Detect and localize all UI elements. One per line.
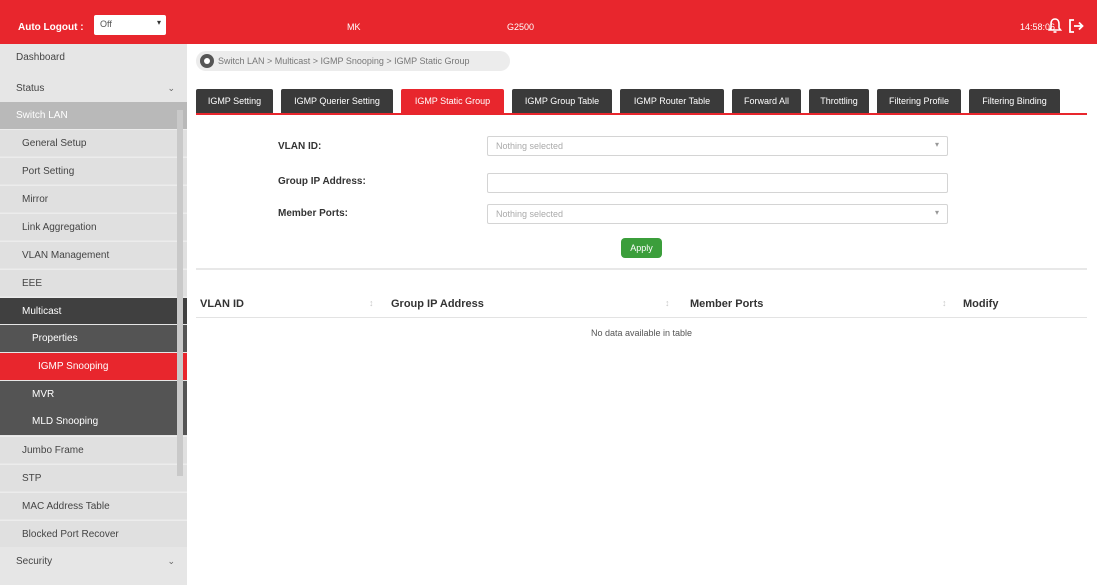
tab-filtering-profile[interactable]: Filtering Profile xyxy=(877,89,961,113)
auto-logout-value: Off xyxy=(100,19,112,29)
sidebar-item-label: Port Setting xyxy=(22,166,75,177)
sidebar-scrollbar[interactable] xyxy=(177,110,183,476)
sidebar-item-blocked-port-recover[interactable]: Blocked Port Recover xyxy=(0,520,187,547)
group-ip-label: Group IP Address: xyxy=(278,176,366,187)
sidebar-item-label: MVR xyxy=(32,389,55,400)
sidebar-item-multicast[interactable]: Multicast xyxy=(0,297,187,324)
apply-button[interactable]: Apply xyxy=(621,238,662,258)
sidebar-item-mac-address-table[interactable]: MAC Address Table xyxy=(0,492,187,519)
tab-forward-all[interactable]: Forward All xyxy=(732,89,801,113)
sidebar-item-mirror[interactable]: Mirror xyxy=(0,185,187,212)
sidebar-item-properties[interactable]: Properties xyxy=(0,325,187,352)
sort-icon[interactable]: ↕ xyxy=(665,298,670,308)
sidebar-item-vlan-management[interactable]: VLAN Management xyxy=(0,241,187,268)
sort-icon[interactable]: ↕ xyxy=(369,298,374,308)
sidebar-item-label: Dashboard xyxy=(16,52,65,63)
sidebar-item-label: MAC Address Table xyxy=(22,501,110,512)
tab-label: Filtering Profile xyxy=(888,96,950,106)
vlan-id-select[interactable]: Nothing selected ▾ xyxy=(487,136,948,156)
sidebar-item-dashboard[interactable]: Dashboard xyxy=(0,44,187,71)
breadcrumb: Switch LAN > Multicast > IGMP Snooping >… xyxy=(196,51,510,71)
member-ports-placeholder: Nothing selected xyxy=(496,209,564,219)
logout-icon[interactable] xyxy=(1067,17,1085,35)
sidebar-item-link-aggregation[interactable]: Link Aggregation xyxy=(0,213,187,240)
sidebar-item-label: EEE xyxy=(22,278,43,289)
sidebar-item-label: MLD Snooping xyxy=(32,416,99,427)
sidebar-item-label: Multicast xyxy=(22,306,62,317)
sidebar-item-general-setup[interactable]: General Setup xyxy=(0,129,187,156)
empty-table-message: No data available in table xyxy=(590,328,693,338)
bell-icon[interactable] xyxy=(1047,17,1063,35)
tab-label: IGMP Static Group xyxy=(414,96,491,106)
sidebar-item-label: Security xyxy=(16,556,53,567)
vlan-id-label: VLAN ID: xyxy=(278,141,322,152)
breadcrumb-text: Switch LAN > Multicast > IGMP Snooping >… xyxy=(218,56,470,66)
sort-icon[interactable]: ↕ xyxy=(942,298,947,308)
tab-label: Throttling xyxy=(820,96,858,106)
sidebar-item-switch-lan[interactable]: Switch LAN xyxy=(0,102,187,129)
auto-logout-select[interactable]: Off ▾ xyxy=(94,15,166,35)
sidebar-item-label: Properties xyxy=(32,333,78,344)
sidebar-item-label: General Setup xyxy=(22,138,87,149)
vlan-id-placeholder: Nothing selected xyxy=(496,141,564,151)
tab-igmp-setting[interactable]: IGMP Setting xyxy=(196,89,273,113)
sidebar-item-eee[interactable]: EEE xyxy=(0,269,187,296)
tab-throttling[interactable]: Throttling xyxy=(809,89,869,113)
tab-label: IGMP Group Table xyxy=(524,96,600,106)
sidebar-item-stp[interactable]: STP xyxy=(0,464,187,491)
sidebar-item-label: IGMP Snooping xyxy=(38,361,109,372)
tab-igmp-querier-setting[interactable]: IGMP Querier Setting xyxy=(281,89,393,113)
sidebar-item-label: Blocked Port Recover xyxy=(22,529,119,540)
tab-underline xyxy=(196,113,1087,115)
tab-label: IGMP Router Table xyxy=(633,96,711,106)
chevron-down-icon: ▾ xyxy=(156,18,161,27)
column-header-group-ip[interactable]: Group IP Address xyxy=(391,298,484,310)
sidebar-item-label: Jumbo Frame xyxy=(22,445,84,456)
tab-label: Forward All xyxy=(743,96,789,106)
sidebar-item-label: Switch LAN xyxy=(16,110,68,121)
table-header-divider xyxy=(196,317,1087,318)
sidebar-item-label: STP xyxy=(22,473,42,484)
tab-igmp-static-group[interactable]: IGMP Static Group xyxy=(401,89,504,113)
tab-igmp-group-table[interactable]: IGMP Group Table xyxy=(512,89,612,113)
sidebar-item-jumbo-frame[interactable]: Jumbo Frame xyxy=(0,436,187,463)
chevron-down-icon: ⌄ xyxy=(167,83,175,93)
chevron-down-icon: ▾ xyxy=(934,208,939,217)
member-ports-label: Member Ports: xyxy=(278,208,349,219)
sidebar-item-label: Link Aggregation xyxy=(22,222,97,233)
sidebar-item-security[interactable]: Security ⌄ xyxy=(0,548,187,575)
sidebar-item-status[interactable]: Status ⌄ xyxy=(0,75,187,102)
group-ip-input[interactable] xyxy=(487,173,948,193)
sidebar-item-label: Mirror xyxy=(22,194,49,205)
tab-label: IGMP Querier Setting xyxy=(294,96,380,106)
host-name: MK xyxy=(347,22,361,32)
sidebar-item-igmp-snooping[interactable]: IGMP Snooping xyxy=(0,353,187,380)
tab-label: Filtering Binding xyxy=(982,96,1047,106)
auto-logout-label: Auto Logout : xyxy=(18,22,84,33)
sidebar-item-label: VLAN Management xyxy=(22,250,110,261)
top-bar: Auto Logout : Off ▾ MK G2500 14:58:06 xyxy=(0,0,1097,44)
column-header-modify[interactable]: Modify xyxy=(963,298,998,310)
sidebar-item-mld-snooping[interactable]: MLD Snooping xyxy=(0,408,187,435)
divider xyxy=(196,268,1087,270)
chevron-down-icon: ▾ xyxy=(934,140,939,149)
tab-filtering-binding[interactable]: Filtering Binding xyxy=(969,89,1060,113)
sidebar-item-label: Status xyxy=(16,83,45,94)
tab-igmp-router-table[interactable]: IGMP Router Table xyxy=(620,89,724,113)
column-header-vlan-id[interactable]: VLAN ID xyxy=(200,298,244,310)
device-model: G2500 xyxy=(507,22,535,32)
column-header-member-ports[interactable]: Member Ports xyxy=(690,298,763,310)
member-ports-select[interactable]: Nothing selected ▾ xyxy=(487,204,948,224)
sidebar-item-mvr[interactable]: MVR xyxy=(0,381,187,408)
tab-label: IGMP Setting xyxy=(207,96,262,106)
sidebar: Dashboard Status ⌄ Switch LAN General Set… xyxy=(0,44,187,585)
chevron-down-icon: ⌄ xyxy=(167,556,175,566)
home-icon[interactable] xyxy=(200,54,214,68)
sidebar-item-port-setting[interactable]: Port Setting xyxy=(0,157,187,184)
